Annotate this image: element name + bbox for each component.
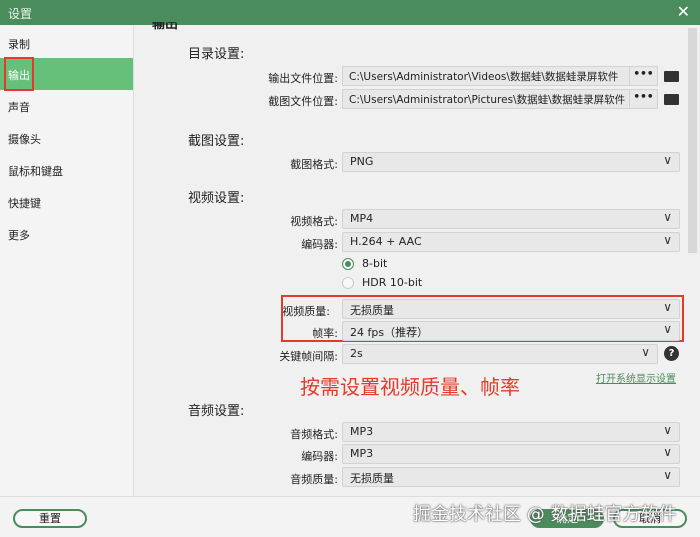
output-path-field[interactable]: C:\Users\Administrator\Videos\数据蛙\数据蛙录屏软… bbox=[342, 66, 658, 86]
audio-quality-label: 音频质量: bbox=[290, 473, 338, 486]
screenshot-format-label: 截图格式: bbox=[290, 158, 338, 171]
sidebar-item-more[interactable]: 更多 bbox=[0, 218, 133, 250]
sidebar: 录制 输出 声音 摄像头 鼠标和键盘 快捷键 更多 bbox=[0, 25, 134, 496]
browse-screenshot-button[interactable]: ••• bbox=[629, 90, 657, 108]
watermark-text: 掘金技术社区 @ 数据蛙官方软件 bbox=[413, 504, 677, 525]
sidebar-item-shortcuts[interactable]: 快捷键 bbox=[0, 186, 133, 218]
video-encoder-select[interactable]: H.264 + AAC ∨ bbox=[342, 232, 680, 252]
video-format-select[interactable]: MP4 ∨ bbox=[342, 209, 680, 229]
sidebar-item-mouse-keyboard[interactable]: 鼠标和键盘 bbox=[0, 154, 133, 186]
screenshot-format-value: PNG bbox=[350, 155, 374, 168]
audio-quality-value: 无损质量 bbox=[350, 472, 394, 485]
video-encoder-label: 编码器: bbox=[301, 238, 338, 251]
section-directory: 目录设置: bbox=[188, 47, 245, 62]
audio-format-label: 音频格式: bbox=[290, 428, 338, 441]
browse-output-button[interactable]: ••• bbox=[629, 67, 657, 85]
title-bar: 设置 bbox=[0, 0, 700, 25]
reset-button[interactable]: 重置 bbox=[13, 509, 87, 528]
section-screenshot: 截图设置: bbox=[188, 134, 245, 149]
help-icon[interactable]: ? bbox=[664, 346, 679, 361]
folder-icon[interactable] bbox=[664, 94, 679, 105]
chevron-down-icon: ∨ bbox=[663, 233, 672, 247]
radio-8bit-label: 8-bit bbox=[362, 257, 388, 270]
chevron-down-icon: ∨ bbox=[663, 153, 672, 167]
audio-encoder-label: 编码器: bbox=[301, 450, 338, 463]
screenshot-path-field[interactable]: C:\Users\Administrator\Pictures\数据蛙\数据蛙录… bbox=[342, 89, 658, 109]
video-format-value: MP4 bbox=[350, 212, 374, 225]
section-video: 视频设置: bbox=[188, 191, 245, 206]
scrollbar[interactable] bbox=[688, 28, 697, 253]
fps-label: 帧率: bbox=[312, 327, 338, 340]
sidebar-item-camera[interactable]: 摄像头 bbox=[0, 122, 133, 154]
keyframe-value: 2s bbox=[350, 347, 363, 360]
radio-hdr10[interactable] bbox=[342, 277, 354, 289]
sidebar-item-sound[interactable]: 声音 bbox=[0, 90, 133, 122]
close-icon[interactable]: ✕ bbox=[677, 2, 690, 21]
output-path-label: 输出文件位置: bbox=[268, 72, 338, 85]
video-quality-select[interactable]: 无损质量 ∨ bbox=[342, 299, 680, 319]
audio-format-value: MP3 bbox=[350, 425, 374, 438]
screenshot-format-select[interactable]: PNG ∨ bbox=[342, 152, 680, 172]
chevron-down-icon: ∨ bbox=[663, 445, 672, 459]
fps-select[interactable]: 24 fps（推荐） ∨ bbox=[342, 321, 680, 341]
fps-value: 24 fps（推荐） bbox=[350, 326, 429, 339]
video-quality-label: 视频质量: bbox=[282, 305, 330, 318]
keyframe-select[interactable]: 2s ∨ bbox=[342, 344, 658, 364]
audio-encoder-select[interactable]: MP3 ∨ bbox=[342, 444, 680, 464]
radio-8bit[interactable] bbox=[342, 258, 354, 270]
sidebar-item-record[interactable]: 录制 bbox=[0, 27, 133, 59]
window-title: 设置 bbox=[8, 7, 33, 21]
chevron-down-icon: ∨ bbox=[641, 345, 650, 359]
keyframe-label: 关键帧间隔: bbox=[279, 350, 338, 363]
audio-quality-select[interactable]: 无损质量 ∨ bbox=[342, 467, 680, 487]
chevron-down-icon: ∨ bbox=[663, 300, 672, 314]
video-encoder-value: H.264 + AAC bbox=[350, 235, 422, 248]
display-settings-link[interactable]: 打开系统显示设置 bbox=[596, 370, 676, 385]
radio-hdr10-label: HDR 10-bit bbox=[362, 276, 423, 289]
highlight-box bbox=[4, 57, 34, 91]
folder-icon[interactable] bbox=[664, 71, 679, 82]
chevron-down-icon: ∨ bbox=[663, 468, 672, 482]
chevron-down-icon: ∨ bbox=[663, 423, 672, 437]
screenshot-path-label: 截图文件位置: bbox=[268, 95, 338, 108]
video-format-label: 视频格式: bbox=[290, 215, 338, 228]
annotation-text: 按需设置视频质量、帧率 bbox=[300, 375, 520, 399]
audio-format-select[interactable]: MP3 ∨ bbox=[342, 422, 680, 442]
audio-encoder-value: MP3 bbox=[350, 447, 374, 460]
section-audio: 音频设置: bbox=[188, 404, 245, 419]
output-path-value: C:\Users\Administrator\Videos\数据蛙\数据蛙录屏软… bbox=[349, 71, 619, 83]
chevron-down-icon: ∨ bbox=[663, 210, 672, 224]
chevron-down-icon: ∨ bbox=[663, 322, 672, 336]
screenshot-path-value: C:\Users\Administrator\Pictures\数据蛙\数据蛙录… bbox=[349, 94, 626, 106]
video-quality-value: 无损质量 bbox=[350, 304, 394, 317]
page-title: 输出 bbox=[152, 22, 179, 32]
